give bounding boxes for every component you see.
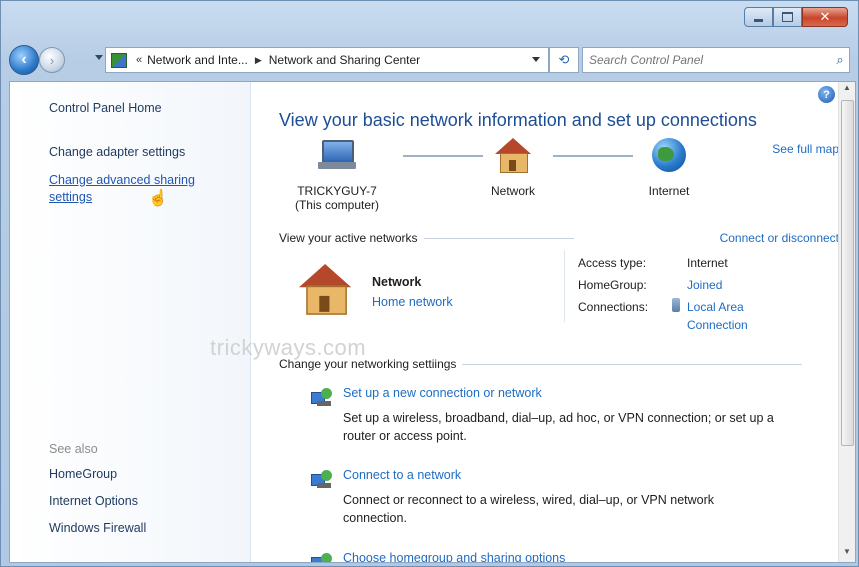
active-network-icon xyxy=(299,264,352,315)
computer-subtitle: (This computer) xyxy=(294,198,380,212)
content-area: Control Panel Home Change adapter settin… xyxy=(9,81,856,563)
back-button[interactable]: ‹ xyxy=(9,45,39,75)
map-connector-2 xyxy=(553,155,633,157)
breadcrumb-network-sharing-center[interactable]: Network and Sharing Center xyxy=(269,53,420,67)
access-type-label: Access type: xyxy=(578,256,647,270)
homegroup-joined-link[interactable]: Joined xyxy=(687,278,722,292)
minimize-button[interactable] xyxy=(744,7,773,27)
networking-settings-heading-text: Change your networking settiings xyxy=(279,357,457,371)
network-sharing-center-window: ✕ ‹ › « Network and Inte... ▶ Network an… xyxy=(0,0,859,567)
search-box[interactable]: ⌕ xyxy=(582,47,850,73)
maximize-icon xyxy=(782,12,793,22)
homegroup-link[interactable]: HomeGroup xyxy=(49,467,117,481)
search-input[interactable] xyxy=(583,52,831,68)
see-full-map-link[interactable]: See full map xyxy=(772,142,839,156)
connect-to-network-link[interactable]: Connect to a network xyxy=(343,468,461,482)
change-advanced-sharing-link-line2[interactable]: settings xyxy=(49,190,92,204)
set-up-connection-desc-line2: router or access point. xyxy=(343,429,467,443)
vertical-scrollbar[interactable]: ▲ ▼ xyxy=(838,82,855,562)
windows-firewall-link[interactable]: Windows Firewall xyxy=(49,521,146,535)
scroll-up-icon[interactable]: ▲ xyxy=(839,83,855,97)
local-area-connection-link-line2[interactable]: Connection xyxy=(687,318,748,332)
heading-rule xyxy=(462,363,803,365)
hand-cursor-icon: ☝ xyxy=(148,190,168,207)
breadcrumb-network-and-internet[interactable]: Network and Inte... xyxy=(147,53,248,67)
change-advanced-sharing-link-line1[interactable]: Change advanced sharing xyxy=(49,173,195,187)
caption-buttons: ✕ xyxy=(744,7,848,27)
homegroup-sharing-icon xyxy=(311,553,335,562)
map-network-label: Network xyxy=(490,184,535,198)
active-networks-heading-text: View your active networks xyxy=(279,231,418,245)
close-icon: ✕ xyxy=(819,9,831,25)
vertical-separator xyxy=(564,250,565,322)
minimize-icon xyxy=(754,19,763,22)
search-icon[interactable]: ⌕ xyxy=(831,52,849,68)
breadcrumb-overflow[interactable]: « xyxy=(136,54,142,66)
address-bar[interactable]: « Network and Inte... ▶ Network and Shar… xyxy=(105,47,549,73)
map-internet-node: Internet xyxy=(629,138,709,198)
change-adapter-settings-link[interactable]: Change adapter settings xyxy=(49,145,185,159)
local-area-connection-link-line1[interactable]: Local Area xyxy=(687,300,744,314)
see-also-heading: See also xyxy=(49,442,98,456)
maximize-button[interactable] xyxy=(773,7,802,27)
refresh-icon: ⟲ xyxy=(558,52,570,67)
help-icon[interactable]: ? xyxy=(818,86,835,103)
map-network-node: Network xyxy=(473,138,553,198)
map-computer-node: TRICKYGUY-7 (This computer) xyxy=(287,138,387,212)
internet-options-link[interactable]: Internet Options xyxy=(49,494,138,508)
scroll-down-icon[interactable]: ▼ xyxy=(839,547,855,561)
control-panel-icon xyxy=(111,52,127,68)
network-house-icon xyxy=(495,138,531,173)
refresh-button[interactable]: ⟲ xyxy=(549,47,579,73)
recent-pages-dropdown-icon[interactable] xyxy=(95,55,103,60)
networking-settings-heading: Change your networking settiings xyxy=(279,357,839,371)
new-connection-icon xyxy=(311,388,335,408)
forward-arrow-icon: › xyxy=(49,52,55,68)
active-network-name: Network xyxy=(372,275,422,289)
left-pane: Control Panel Home Change adapter settin… xyxy=(10,82,251,562)
active-network-type-link[interactable]: Home network xyxy=(372,295,453,309)
back-arrow-icon: ‹ xyxy=(21,51,27,68)
active-networks-heading: View your active networks xyxy=(279,231,609,245)
control-panel-home-link[interactable]: Control Panel Home xyxy=(49,101,162,115)
ethernet-icon xyxy=(672,298,680,312)
connect-or-disconnect-link[interactable]: Connect or disconnect xyxy=(720,231,839,245)
page-title: View your basic network information and … xyxy=(279,110,757,130)
address-dropdown-icon[interactable] xyxy=(532,57,540,62)
computer-icon xyxy=(318,138,356,170)
breadcrumb-separator-icon[interactable]: ▶ xyxy=(255,55,262,66)
map-connector-1 xyxy=(403,155,483,157)
connections-label: Connections: xyxy=(578,300,649,314)
map-internet-label: Internet xyxy=(648,184,690,198)
connect-network-icon xyxy=(311,470,335,490)
heading-rule xyxy=(423,237,574,239)
forward-button[interactable]: › xyxy=(39,47,65,73)
computer-name: TRICKYGUY-7 xyxy=(297,184,377,198)
homegroup-label: HomeGroup: xyxy=(578,278,647,292)
main-pane: ? View your basic network information an… xyxy=(251,82,839,562)
internet-globe-icon xyxy=(652,138,686,172)
close-button[interactable]: ✕ xyxy=(802,7,848,27)
scrollbar-thumb[interactable] xyxy=(841,100,854,446)
access-type-value: Internet xyxy=(687,256,728,270)
navigation-bar: ‹ › « Network and Inte... ▶ Network and … xyxy=(9,45,850,75)
connect-network-desc-line1: Connect or reconnect to a wireless, wire… xyxy=(343,493,715,507)
connect-network-desc-line2: connection. xyxy=(343,511,407,525)
choose-homegroup-link[interactable]: Choose homegroup and sharing options xyxy=(343,551,565,562)
set-up-connection-desc-line1: Set up a wireless, broadband, dial–up, a… xyxy=(343,411,774,425)
set-up-new-connection-link[interactable]: Set up a new connection or network xyxy=(343,386,542,400)
